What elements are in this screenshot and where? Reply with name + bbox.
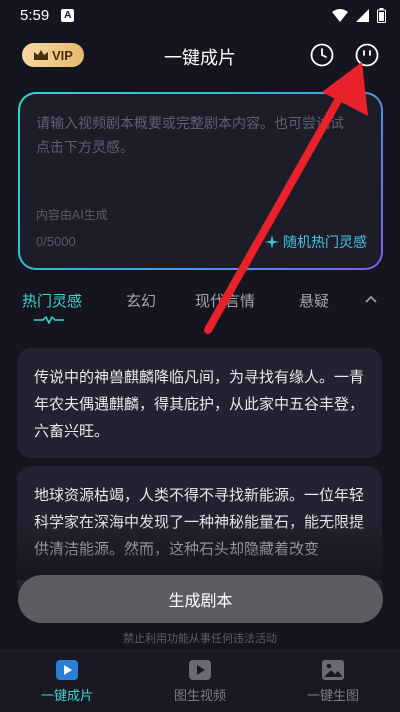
script-input-area[interactable]: 请输入视频剧本概要或完整剧本内容。也可尝试试点击下方灵感。 内容由AI生成 0/… xyxy=(20,94,381,268)
status-icons xyxy=(332,7,386,23)
nav-item-image-to-video[interactable]: 图生视频 xyxy=(140,659,260,704)
generate-script-button[interactable]: 生成剧本 xyxy=(18,575,383,623)
tab-hot-inspiration[interactable]: 热门灵感 xyxy=(22,290,82,311)
random-inspiration-label: 随机热门灵感 xyxy=(283,235,367,251)
play-video-icon xyxy=(56,660,78,680)
random-inspiration-button[interactable]: 随机热门灵感 xyxy=(265,232,367,252)
face-icon[interactable] xyxy=(354,42,380,68)
category-tabs: 热门灵感 玄幻 现代言情 悬疑 xyxy=(0,286,400,326)
ai-generated-note: 内容由AI生成 xyxy=(36,208,108,222)
bottom-nav: 一键成片 图生视频 一键生图 xyxy=(0,650,400,712)
image-video-icon xyxy=(189,660,211,680)
story-card[interactable]: 传说中的神兽麒麟降临凡间，为寻找有缘人。一青年农夫偶遇麒麟，得其庇护，从此家中五… xyxy=(17,348,382,458)
page-title: 一键成片 xyxy=(164,48,236,69)
notification-icon: A xyxy=(61,8,75,22)
nav-label: 一键生图 xyxy=(306,689,359,704)
script-input-card[interactable]: 请输入视频剧本概要或完整剧本内容。也可尝试试点击下方灵感。 内容由AI生成 0/… xyxy=(18,92,383,270)
nav-item-one-click-video[interactable]: 一键成片 xyxy=(7,659,127,704)
nav-item-one-click-image[interactable]: 一键生图 xyxy=(273,659,393,704)
sparkle-icon xyxy=(265,235,279,249)
battery-icon xyxy=(377,7,386,23)
chevron-up-icon[interactable] xyxy=(364,292,378,306)
tab-modern-romance[interactable]: 现代言情 xyxy=(195,290,255,311)
char-count: 0/5000 xyxy=(36,234,76,249)
story-text: 传说中的神兽麒麟降临凡间，为寻找有缘人。一青年农夫偶遇麒麟，得其庇护，从此家中五… xyxy=(34,368,365,440)
status-bar: 5:59 A xyxy=(0,0,400,30)
wifi-icon xyxy=(332,8,348,22)
scroll-fade xyxy=(0,520,400,580)
script-input-placeholder[interactable]: 请输入视频剧本概要或完整剧本内容。也可尝试试点击下方灵感。 xyxy=(36,112,356,160)
status-time: 5:59 xyxy=(20,6,50,24)
image-icon xyxy=(322,660,344,680)
tab-fantasy[interactable]: 玄幻 xyxy=(126,290,156,311)
nav-label: 一键成片 xyxy=(40,689,93,704)
history-clock-icon[interactable] xyxy=(309,42,335,68)
disclaimer-text: 禁止利用功能从事任何违法活动 xyxy=(123,632,277,645)
nav-label: 图生视频 xyxy=(173,689,226,704)
signal-icon xyxy=(356,8,369,22)
tab-wave-indicator xyxy=(34,316,64,324)
tab-suspense[interactable]: 悬疑 xyxy=(299,290,329,311)
app-header: VIP 一键成片 xyxy=(0,30,400,80)
